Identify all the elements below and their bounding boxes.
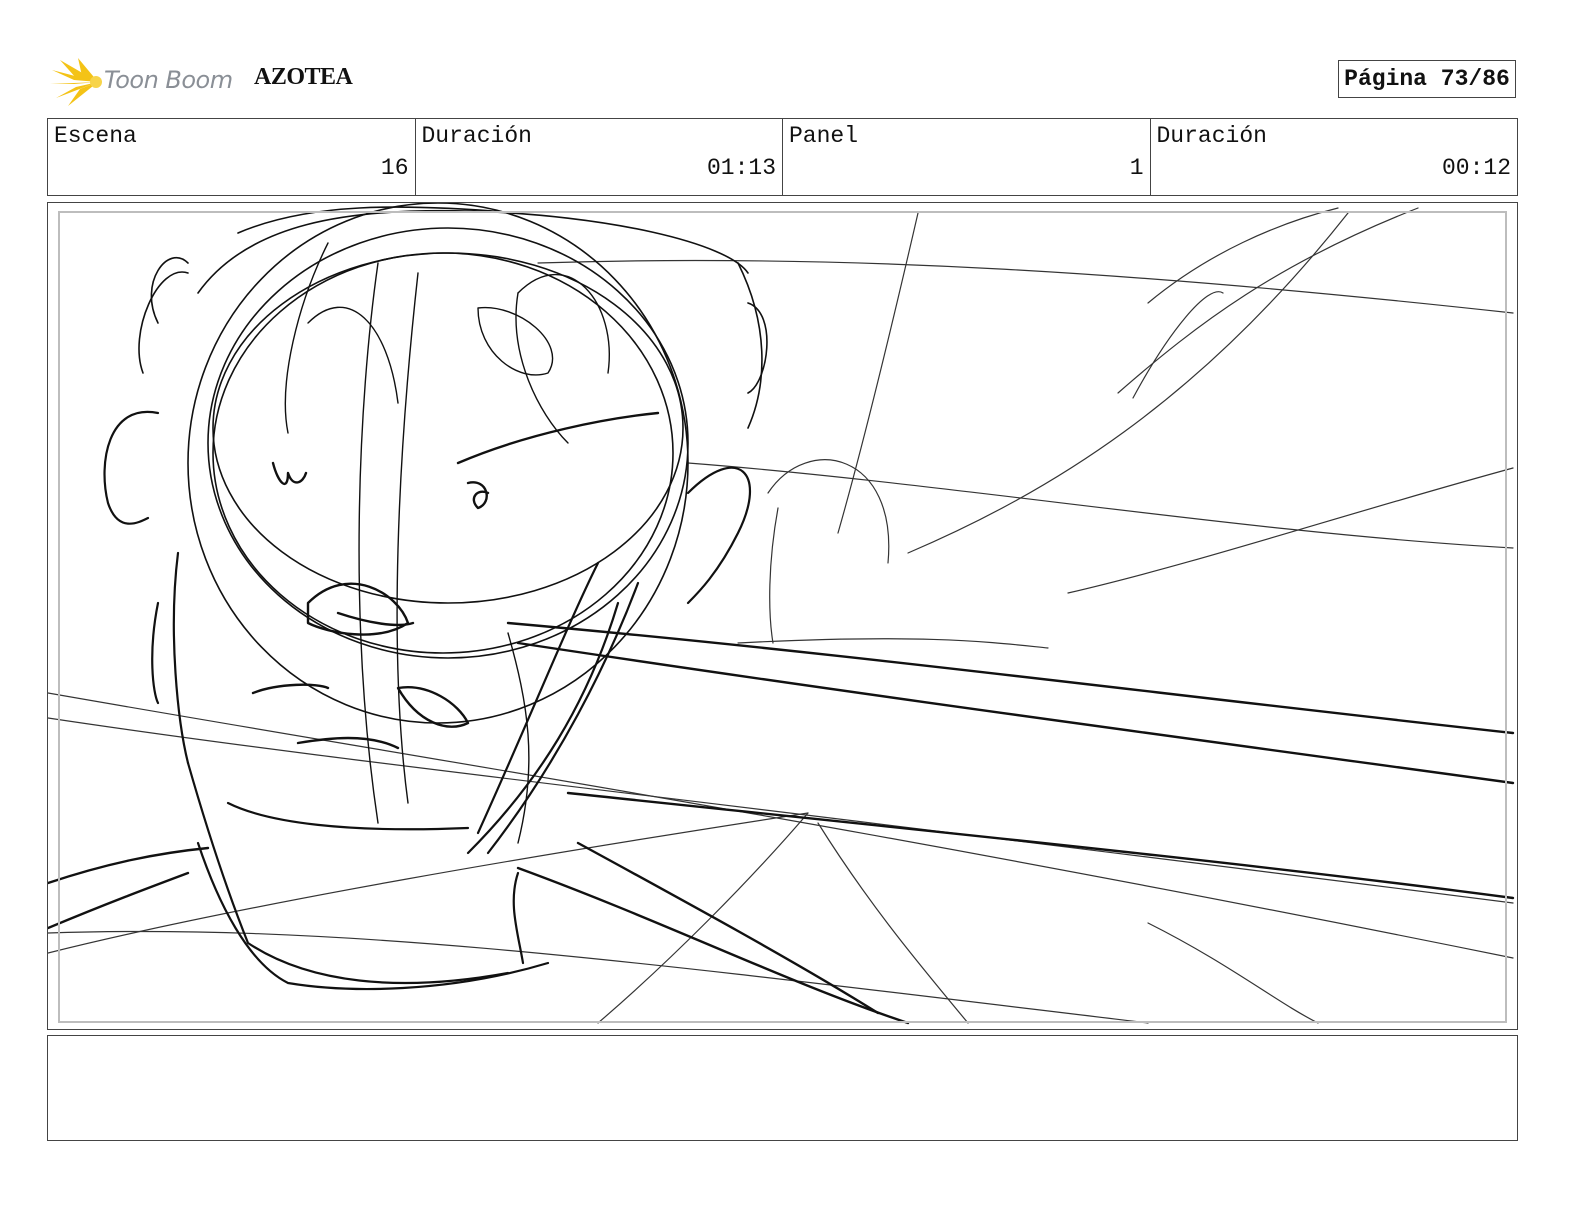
panel-label: Panel [789, 123, 859, 149]
panel-duration-label: Duración [1156, 123, 1267, 149]
info-bar: Escena 16 Duración 01:13 Panel 1 Duració… [47, 118, 1518, 196]
scene-label: Escena [54, 123, 137, 149]
page-indicator: Página 73/86 [1338, 60, 1516, 98]
panel-value: 1 [1129, 155, 1144, 181]
toon-boom-logo: Toon Boom [50, 56, 240, 108]
panel-notes [47, 1035, 1518, 1141]
project-title: AZOTEA [254, 64, 353, 90]
scene-duration-label: Duración [421, 123, 532, 149]
panel-cell: Panel 1 [783, 119, 1151, 195]
brand-name: Toon Boom [104, 66, 233, 94]
scene-value: 16 [380, 155, 409, 181]
panel-duration-cell: Duración 00:12 [1151, 119, 1518, 195]
scene-duration-cell: Duración 01:13 [416, 119, 783, 195]
panel-duration-value: 00:12 [1441, 155, 1511, 181]
scene-duration-value: 01:13 [706, 155, 776, 181]
scene-cell: Escena 16 [48, 119, 416, 195]
storyboard-panel [47, 202, 1518, 1030]
safe-area-frame [58, 211, 1507, 1023]
starburst-icon [50, 58, 102, 106]
